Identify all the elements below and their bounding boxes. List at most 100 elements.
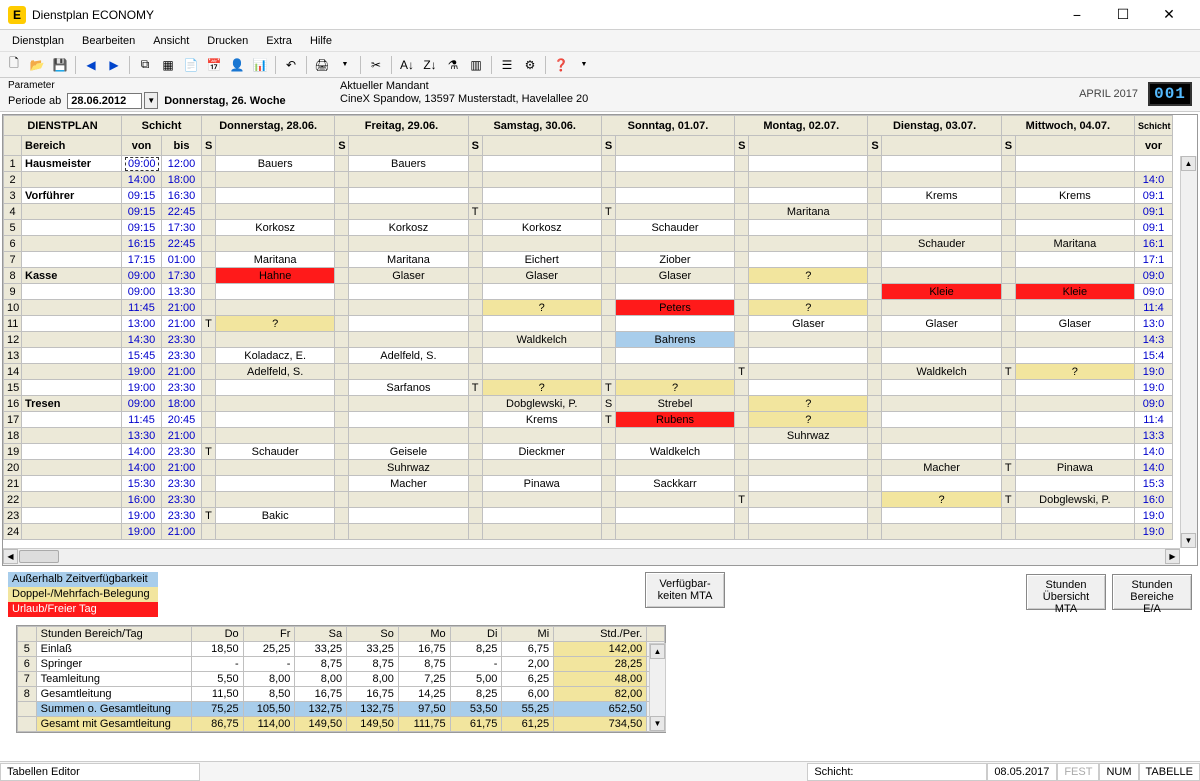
bereich-cell[interactable]: Vorführer	[22, 188, 122, 204]
grid-icon[interactable]: ▥	[466, 55, 486, 75]
assignment-cell[interactable]	[882, 268, 1001, 284]
header-dienstplan[interactable]: DIENSTPLAN	[4, 116, 122, 136]
s-cell[interactable]	[335, 412, 349, 428]
von-cell[interactable]: 19:00	[122, 524, 162, 540]
s-cell[interactable]	[335, 348, 349, 364]
assignment-cell[interactable]: Koladacz, E.	[216, 348, 335, 364]
s-cell[interactable]	[202, 268, 216, 284]
s-cell[interactable]: T	[468, 380, 482, 396]
header-s[interactable]: S	[202, 136, 216, 156]
s-cell[interactable]	[468, 332, 482, 348]
vor-cell[interactable]	[1135, 156, 1173, 172]
assignment-cell[interactable]	[1015, 156, 1134, 172]
s-cell[interactable]	[1001, 284, 1015, 300]
s-cell[interactable]	[335, 188, 349, 204]
assignment-cell[interactable]	[349, 428, 468, 444]
config-icon[interactable]: ⚙	[520, 55, 540, 75]
header-day-5[interactable]: Dienstag, 03.07.	[868, 116, 1001, 136]
assignment-cell[interactable]	[615, 188, 734, 204]
s-cell[interactable]	[202, 524, 216, 540]
assignment-cell[interactable]: Pinawa	[482, 476, 601, 492]
vor-cell[interactable]: 13:3	[1135, 428, 1173, 444]
s-cell[interactable]	[468, 236, 482, 252]
next-icon[interactable]: ▶	[104, 55, 124, 75]
vor-cell[interactable]: 11:4	[1135, 300, 1173, 316]
s-cell[interactable]	[202, 428, 216, 444]
s-cell[interactable]	[601, 172, 615, 188]
s-cell[interactable]: T	[601, 380, 615, 396]
assignment-cell[interactable]	[1015, 172, 1134, 188]
s-cell[interactable]	[601, 524, 615, 540]
assignment-cell[interactable]	[749, 172, 868, 188]
s-cell[interactable]	[202, 364, 216, 380]
assignment-cell[interactable]: Strebel	[615, 396, 734, 412]
assignment-cell[interactable]: ?	[216, 316, 335, 332]
assignment-cell[interactable]	[882, 332, 1001, 348]
bereich-cell[interactable]	[22, 428, 122, 444]
header-von[interactable]: von	[122, 136, 162, 156]
header-day-6[interactable]: Mittwoch, 04.07.	[1001, 116, 1134, 136]
s-cell[interactable]	[202, 300, 216, 316]
s-cell[interactable]	[468, 188, 482, 204]
s-cell[interactable]	[601, 156, 615, 172]
s-cell[interactable]	[868, 460, 882, 476]
bis-cell[interactable]: 22:45	[162, 236, 202, 252]
assignment-cell[interactable]	[216, 412, 335, 428]
assignment-cell[interactable]: Korkosz	[482, 220, 601, 236]
s-cell[interactable]	[1001, 476, 1015, 492]
table-row[interactable]: 909:0013:30KleieKleie09:0	[4, 284, 1197, 300]
vor-cell[interactable]: 13:0	[1135, 316, 1173, 332]
s-cell[interactable]	[1001, 172, 1015, 188]
s-cell[interactable]	[468, 348, 482, 364]
bis-cell[interactable]: 23:30	[162, 332, 202, 348]
assignment-cell[interactable]	[882, 220, 1001, 236]
von-cell[interactable]: 09:00	[122, 268, 162, 284]
dropdown-icon[interactable]: ▼	[335, 55, 355, 75]
assignment-cell[interactable]	[349, 412, 468, 428]
bis-cell[interactable]: 18:00	[162, 172, 202, 188]
assignment-cell[interactable]	[216, 236, 335, 252]
s-cell[interactable]	[601, 508, 615, 524]
s-cell[interactable]	[1001, 236, 1015, 252]
assignment-cell[interactable]: Hahne	[216, 268, 335, 284]
assignment-cell[interactable]: ?	[749, 300, 868, 316]
assignment-cell[interactable]: Glaser	[615, 268, 734, 284]
assignment-cell[interactable]	[482, 524, 601, 540]
assignment-cell[interactable]	[882, 428, 1001, 444]
vor-cell[interactable]: 14:3	[1135, 332, 1173, 348]
s-cell[interactable]	[335, 444, 349, 460]
assignment-cell[interactable]	[349, 492, 468, 508]
bereich-cell[interactable]	[22, 476, 122, 492]
assignment-cell[interactable]	[216, 428, 335, 444]
s-cell[interactable]	[868, 252, 882, 268]
s-cell[interactable]	[468, 412, 482, 428]
table-row[interactable]: 214:0018:0014:0	[4, 172, 1197, 188]
s-cell[interactable]	[735, 428, 749, 444]
bereich-cell[interactable]	[22, 412, 122, 428]
s-cell[interactable]	[468, 268, 482, 284]
menu-hilfe[interactable]: Hilfe	[302, 32, 340, 50]
scroll-down-icon[interactable]: ▼	[1181, 533, 1196, 548]
periode-date-input[interactable]	[67, 93, 142, 109]
assignment-cell[interactable]	[349, 364, 468, 380]
assignment-cell[interactable]	[1015, 412, 1134, 428]
s-cell[interactable]	[735, 476, 749, 492]
assignment-cell[interactable]	[216, 476, 335, 492]
bereich-cell[interactable]: Kasse	[22, 268, 122, 284]
assignment-cell[interactable]: Dobglewski, P.	[482, 396, 601, 412]
bis-cell[interactable]: 01:00	[162, 252, 202, 268]
assignment-cell[interactable]	[1015, 380, 1134, 396]
assignment-cell[interactable]: ?	[1015, 364, 1134, 380]
assignment-cell[interactable]	[615, 460, 734, 476]
von-cell[interactable]: 19:00	[122, 508, 162, 524]
s-cell[interactable]	[735, 188, 749, 204]
bereich-cell[interactable]	[22, 252, 122, 268]
s-cell[interactable]	[202, 284, 216, 300]
s-cell[interactable]	[1001, 316, 1015, 332]
prev-icon[interactable]: ◀	[81, 55, 101, 75]
assignment-cell[interactable]	[349, 508, 468, 524]
s-cell[interactable]	[335, 300, 349, 316]
assignment-cell[interactable]: Krems	[482, 412, 601, 428]
s-cell[interactable]	[1001, 524, 1015, 540]
assignment-cell[interactable]	[482, 188, 601, 204]
